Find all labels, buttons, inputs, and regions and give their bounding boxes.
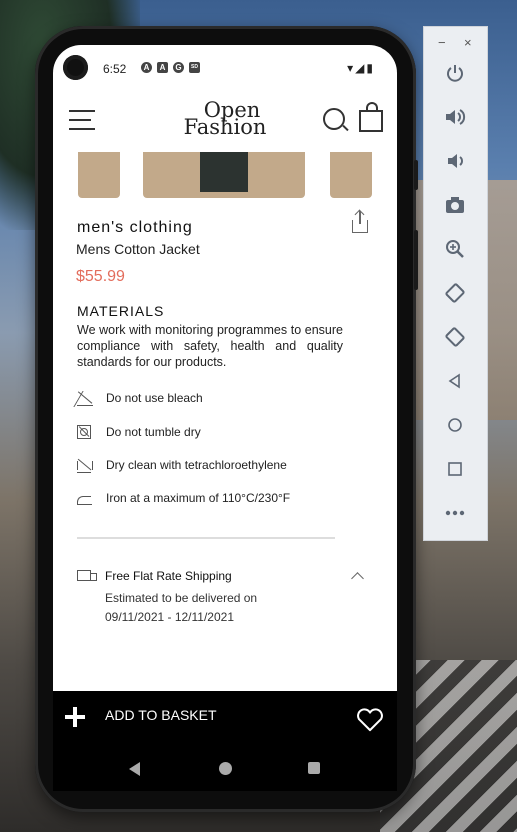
phone-volume-button [414, 230, 418, 290]
app-bar: Open Fashion [53, 100, 397, 150]
emulator-toolbar: − × [423, 26, 488, 541]
product-image[interactable] [330, 152, 372, 198]
front-camera [63, 55, 88, 80]
product-image[interactable] [78, 152, 120, 198]
signal-battery-icons: ▾◢▮ [347, 61, 375, 75]
status-notification-icon: A [141, 62, 152, 73]
dry-clean-icon [77, 458, 93, 473]
no-tumble-dry-icon [77, 425, 91, 439]
product-category: men's clothing [77, 219, 193, 236]
no-bleach-icon [77, 391, 93, 406]
shopping-bag-icon[interactable] [359, 102, 383, 132]
sd-card-icon: SD [189, 62, 200, 73]
shipping-estimate: Estimated to be delivered on [105, 591, 258, 605]
status-notification-icon: G [173, 62, 184, 73]
add-to-basket-button[interactable]: ADD TO BASKET [105, 707, 217, 723]
camera-icon[interactable] [442, 192, 468, 218]
materials-title: MATERIALS [77, 303, 165, 319]
care-item: Do not tumble dry [77, 424, 367, 444]
share-icon[interactable] [352, 211, 368, 233]
divider [77, 537, 335, 539]
shipping-title[interactable]: Free Flat Rate Shipping [105, 569, 232, 583]
status-bar: 6:52 A A G SD ▾◢▮ [53, 45, 397, 85]
menu-icon[interactable] [69, 110, 95, 130]
iron-icon [77, 496, 92, 505]
status-time: 6:52 [103, 62, 127, 76]
materials-text: We work with monitoring programmes to en… [77, 323, 343, 369]
bottom-action-bar: ADD TO BASKET [53, 691, 397, 747]
close-button[interactable]: × [464, 35, 472, 50]
product-price: $55.99 [76, 268, 125, 285]
more-icon[interactable] [442, 500, 468, 526]
product-name: Mens Cotton Jacket [76, 241, 200, 257]
truck-icon [77, 570, 97, 581]
care-label: Do not use bleach [106, 391, 203, 405]
care-label: Do not tumble dry [106, 425, 201, 439]
care-label: Dry clean with tetrachloroethylene [106, 458, 287, 472]
volume-up-icon[interactable] [442, 104, 468, 130]
zoom-icon[interactable] [442, 236, 468, 262]
care-item: Dry clean with tetrachloroethylene [77, 457, 367, 477]
chevron-up-icon[interactable] [351, 572, 364, 585]
power-icon[interactable] [442, 60, 468, 86]
phone-power-button [414, 160, 418, 190]
product-image-carousel[interactable] [53, 152, 397, 202]
status-notification-icon: A [157, 62, 168, 73]
nav-back-icon[interactable] [129, 762, 140, 776]
heart-icon[interactable] [355, 708, 385, 732]
back-icon[interactable] [442, 368, 468, 394]
nav-home-icon[interactable] [219, 762, 232, 775]
logo-line2: Fashion [183, 115, 267, 139]
care-item: Iron at a maximum of 110°C/230°F [77, 490, 367, 510]
rotate-right-icon[interactable] [442, 324, 468, 350]
product-image[interactable] [143, 152, 305, 198]
volume-down-icon[interactable] [442, 148, 468, 174]
overview-icon[interactable] [442, 456, 468, 482]
android-nav-bar [53, 747, 397, 791]
brand-logo[interactable]: Open Fashion [180, 100, 270, 139]
plus-icon[interactable] [65, 707, 85, 727]
rotate-left-icon[interactable] [442, 280, 468, 306]
shipping-dates: 09/11/2021 - 12/11/2021 [105, 610, 234, 624]
care-label: Iron at a maximum of 110°C/230°F [106, 491, 291, 505]
home-icon[interactable] [442, 412, 468, 438]
minimize-button[interactable]: − [438, 35, 446, 50]
care-item: Do not use bleach [77, 390, 367, 410]
app-screen: 6:52 A A G SD ▾◢▮ Open Fashion men's clo… [53, 45, 397, 691]
search-icon[interactable] [323, 108, 345, 130]
nav-recents-icon[interactable] [308, 762, 320, 774]
